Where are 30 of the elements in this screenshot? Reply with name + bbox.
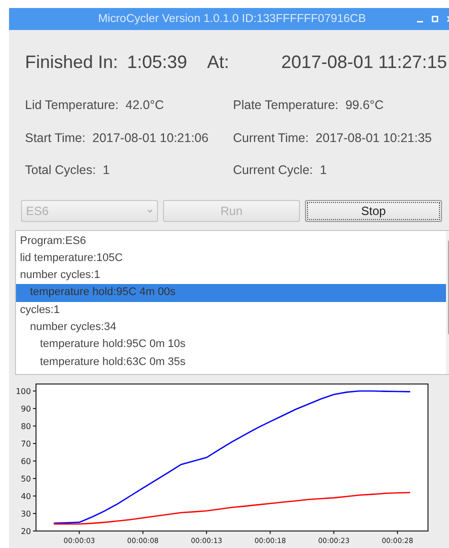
program-list-item[interactable]: lid temperature:105C (16, 250, 446, 268)
y-tick-label: 20 (20, 526, 31, 536)
y-tick-label: 60 (20, 456, 31, 466)
y-tick-label: 90 (20, 404, 31, 413)
finish-time-value: 2017-08-01 11:27:15 (281, 52, 447, 73)
status-field: Total Cycles: 1 (25, 160, 233, 192)
program-list-item[interactable]: temperature hold:95C 0m 10s (16, 336, 446, 354)
program-list-item[interactable]: number cycles:1 (16, 267, 446, 284)
y-tick-label: 30 (20, 509, 31, 518)
finished-in-value: 1:05:39 (127, 52, 188, 73)
status-field: Current Time: 2017-08-01 10:21:35 (233, 128, 449, 160)
finished-in-label: Finished In: (25, 52, 118, 73)
y-tick-label: 80 (20, 422, 31, 430)
y-tick-label: 50 (20, 474, 31, 483)
y-tick-label: 40 (20, 492, 31, 500)
status-field: Current Cycle: 1 (233, 160, 449, 192)
status-field: Lid Temperature: 42.0°C (25, 95, 233, 128)
at-label: At: (207, 52, 230, 73)
action-button[interactable]: Stop (305, 200, 442, 222)
status-field: Start Time: 2017-08-01 10:21:06 (25, 128, 233, 160)
maximize-icon[interactable] (430, 14, 440, 24)
caret-icon (147, 208, 153, 212)
program-list-item[interactable]: cycles:1 (16, 302, 446, 319)
program-list-item[interactable]: temperature hold:63C 0m 35s (16, 354, 446, 371)
status-field: Plate Temperature: 99.6°C (233, 95, 449, 128)
program-list-item[interactable]: Program:ES6 (16, 232, 446, 250)
program-list-item[interactable]: number cycles:34 (16, 318, 446, 336)
y-tick-label: 100 (16, 386, 31, 396)
window-title: MicroCycler Version 1.0.1.0 ID:133FFFFFF07916CB (98, 13, 366, 25)
y-tick-label: 70 (20, 439, 31, 448)
